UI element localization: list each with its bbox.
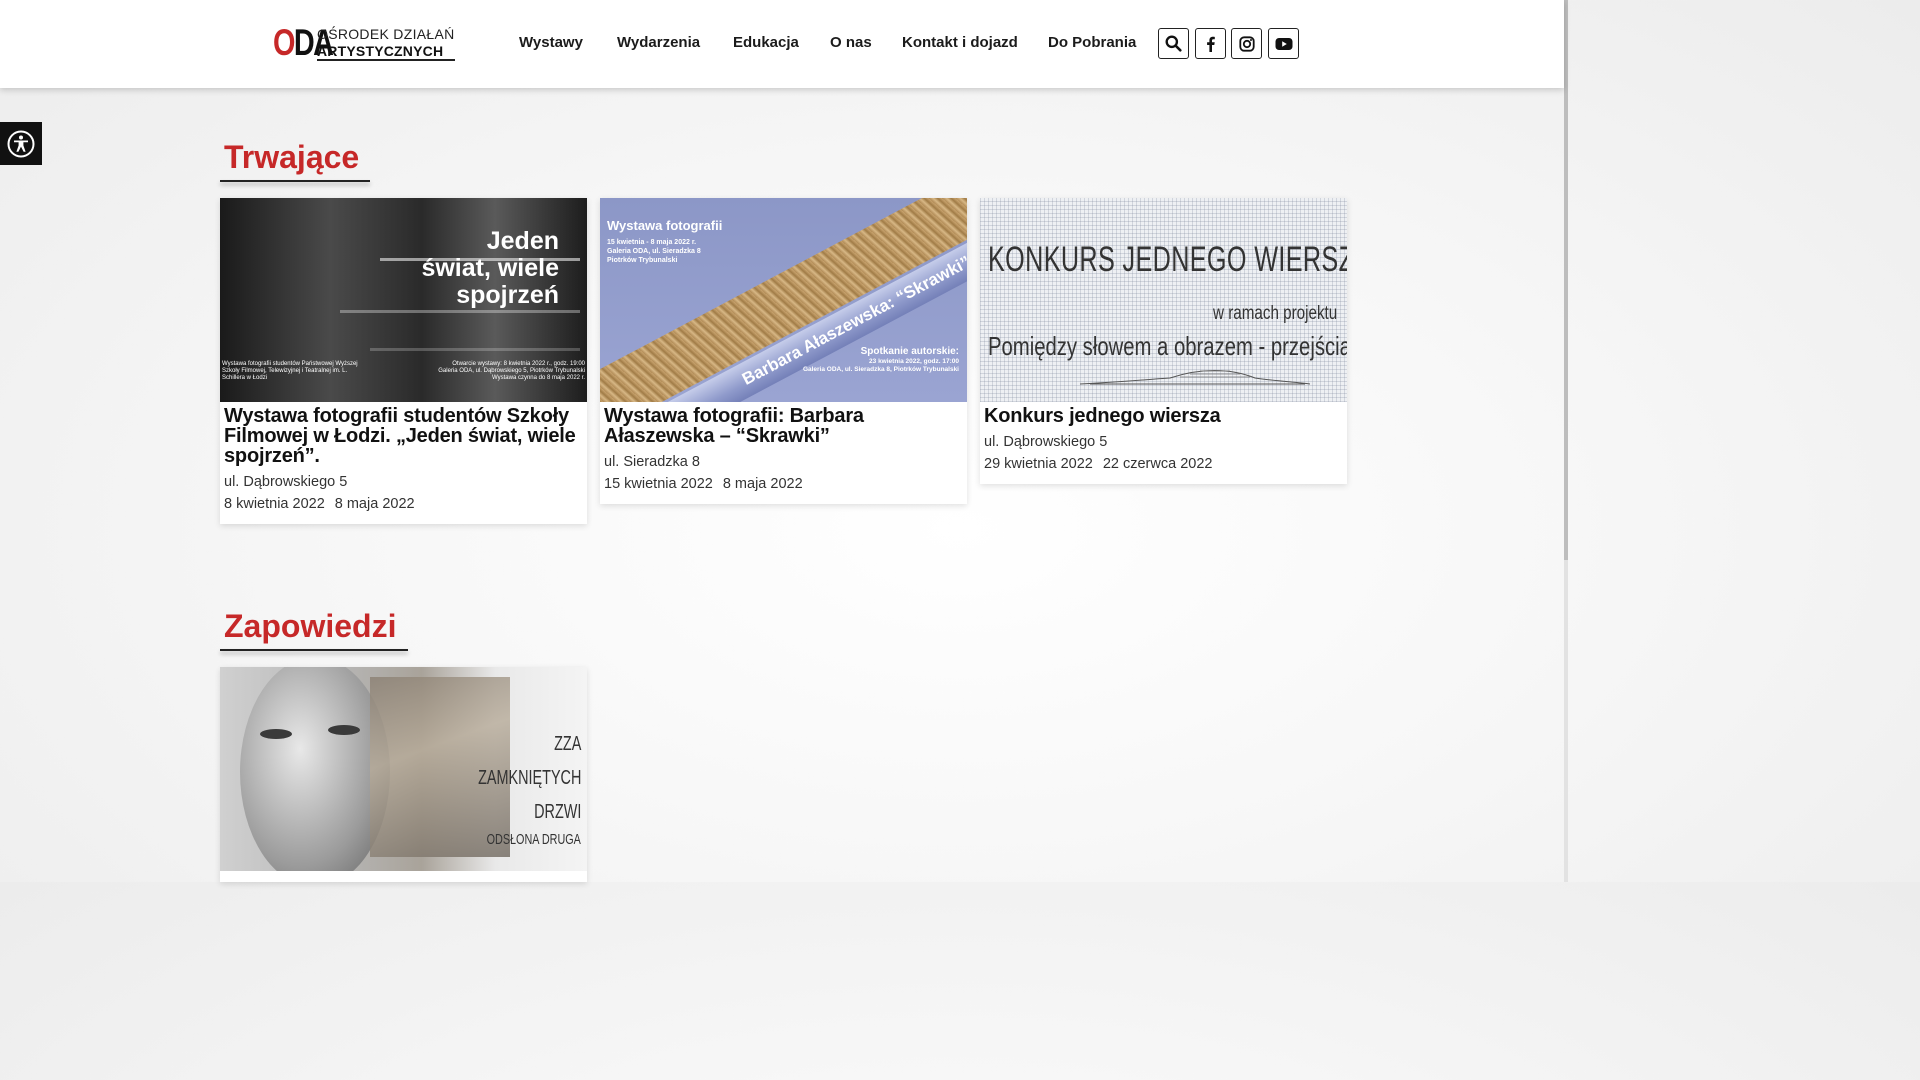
section-underline-upcoming [220,649,408,651]
instagram-icon [1238,35,1255,52]
event-address: ul. Sieradzka 8 [604,454,700,470]
image-headline: Wystawa fotografii [607,218,723,233]
image-eye [328,725,360,735]
facebook-icon [1206,36,1215,52]
event-date-start: 15 kwietnia 2022 [604,476,713,492]
image-meeting: Spotkanie autorskie: [860,346,959,357]
image-streak [340,310,580,313]
event-date-start: 8 kwietnia 2022 [224,496,325,512]
event-address: ul. Dąbrowskiego 5 [224,474,348,490]
event-card[interactable]: KONKURS JEDNEGO WIERSZA w ramach projekt… [980,198,1347,484]
nav-item-wystawy[interactable]: Wystawy [519,34,583,51]
event-image[interactable]: Jeden świat, wiele spojrzeń Wystawa foto… [220,198,587,402]
image-meeting-details: 23 kwietnia 2022, godz. 17:00 Galeria OD… [802,358,959,373]
image-subline: ODSŁONA DRUGA [486,831,581,848]
youtube-button[interactable] [1268,28,1299,59]
image-headline: Jeden świat, wiele spojrzeń [421,227,559,309]
image-sketch [1080,370,1310,385]
nav-item-kontakt[interactable]: Kontakt i dojazd [902,34,1018,51]
event-date-start: 29 kwietnia 2022 [984,456,1093,472]
event-dates: 15 kwietnia 2022 8 maja 2022 [604,474,963,494]
nav-item-wydarzenia[interactable]: Wydarzenia [617,34,700,51]
image-subline: 15 kwietnia - 8 maja 2022 r. Galeria ODA… [607,239,701,264]
image-eye [260,729,292,739]
youtube-icon [1275,37,1292,50]
event-card[interactable]: Jeden świat, wiele spojrzeń Wystawa foto… [220,198,587,524]
event-address: ul. Dąbrowskiego 5 [984,434,1108,450]
logo-line-2: ARTYSTYCZNYCH [317,43,444,59]
site-logo[interactable]: ODA OŚRODEK DZIAŁAŃ ARTYSTYCZNYCH [273,23,455,63]
image-face [240,667,390,871]
accessibility-toggle[interactable] [0,122,42,165]
logo-line-1: OŚRODEK DZIAŁAŃ [317,26,455,42]
event-card[interactable]: Barbara Ałaszewska: “Skrawki” Wystawa fo… [600,198,967,504]
search-button[interactable] [1158,28,1189,59]
image-left-note: Wystawa fotografii studentów Państwowej … [222,361,358,381]
event-title[interactable]: Wystawa fotografii: Barbara Ałaszewska –… [604,406,963,446]
event-date-end: 8 maja 2022 [722,476,803,492]
event-date-end: 22 czerwca 2022 [1102,456,1213,472]
instagram-button[interactable] [1231,28,1262,59]
site-header: ODA OŚRODEK DZIAŁAŃ ARTYSTYCZNYCH Wystaw… [0,0,1564,88]
image-streak [370,348,580,351]
image-headline: ZZA ZAMKNIĘTYCH DRZWI [477,733,581,823]
facebook-button[interactable] [1195,28,1226,59]
event-image[interactable]: Barbara Ałaszewska: “Skrawki” Wystawa fo… [600,198,967,402]
nav-item-do-pobrania[interactable]: Do Pobrania [1048,34,1136,51]
scrollbar-thumb[interactable] [1564,0,1568,560]
event-image[interactable]: KONKURS JEDNEGO WIERSZA w ramach projekt… [980,198,1347,402]
image-project: Pomiędzy słowem a obrazem - przejścia [988,331,1347,361]
event-dates: 8 kwietnia 2022 8 maja 2022 [224,494,583,514]
logo-rule [317,59,455,61]
page-scrollbar[interactable] [1564,0,1568,882]
nav-item-o-nas[interactable]: O nas [830,34,872,51]
section-title-ongoing: Trwające [224,139,360,175]
accessibility-icon [7,130,35,157]
event-title[interactable]: Wystawa fotografii studentów Szkoły Film… [224,406,583,466]
event-dates: 29 kwietnia 2022 22 czerwca 2022 [984,454,1343,474]
image-headline: KONKURS JEDNEGO WIERSZA [988,240,1347,279]
event-card[interactable]: ZZA ZAMKNIĘTYCH DRZWI ODSŁONA DRUGA [220,667,587,882]
event-image[interactable]: ZZA ZAMKNIĘTYCH DRZWI ODSŁONA DRUGA [220,667,587,871]
nav-item-edukacja[interactable]: Edukacja [733,34,799,51]
image-right-note: Otwarcie wystawy: 8 kwietnia 2022 r., go… [438,361,585,381]
section-underline-ongoing [220,180,370,182]
image-subline: w ramach projektu [1212,303,1337,324]
search-icon [1165,35,1182,52]
event-date-end: 8 maja 2022 [334,496,415,512]
section-title-upcoming: Zapowiedzi [224,608,397,644]
event-title[interactable]: Konkurs jednego wiersza [984,406,1343,426]
